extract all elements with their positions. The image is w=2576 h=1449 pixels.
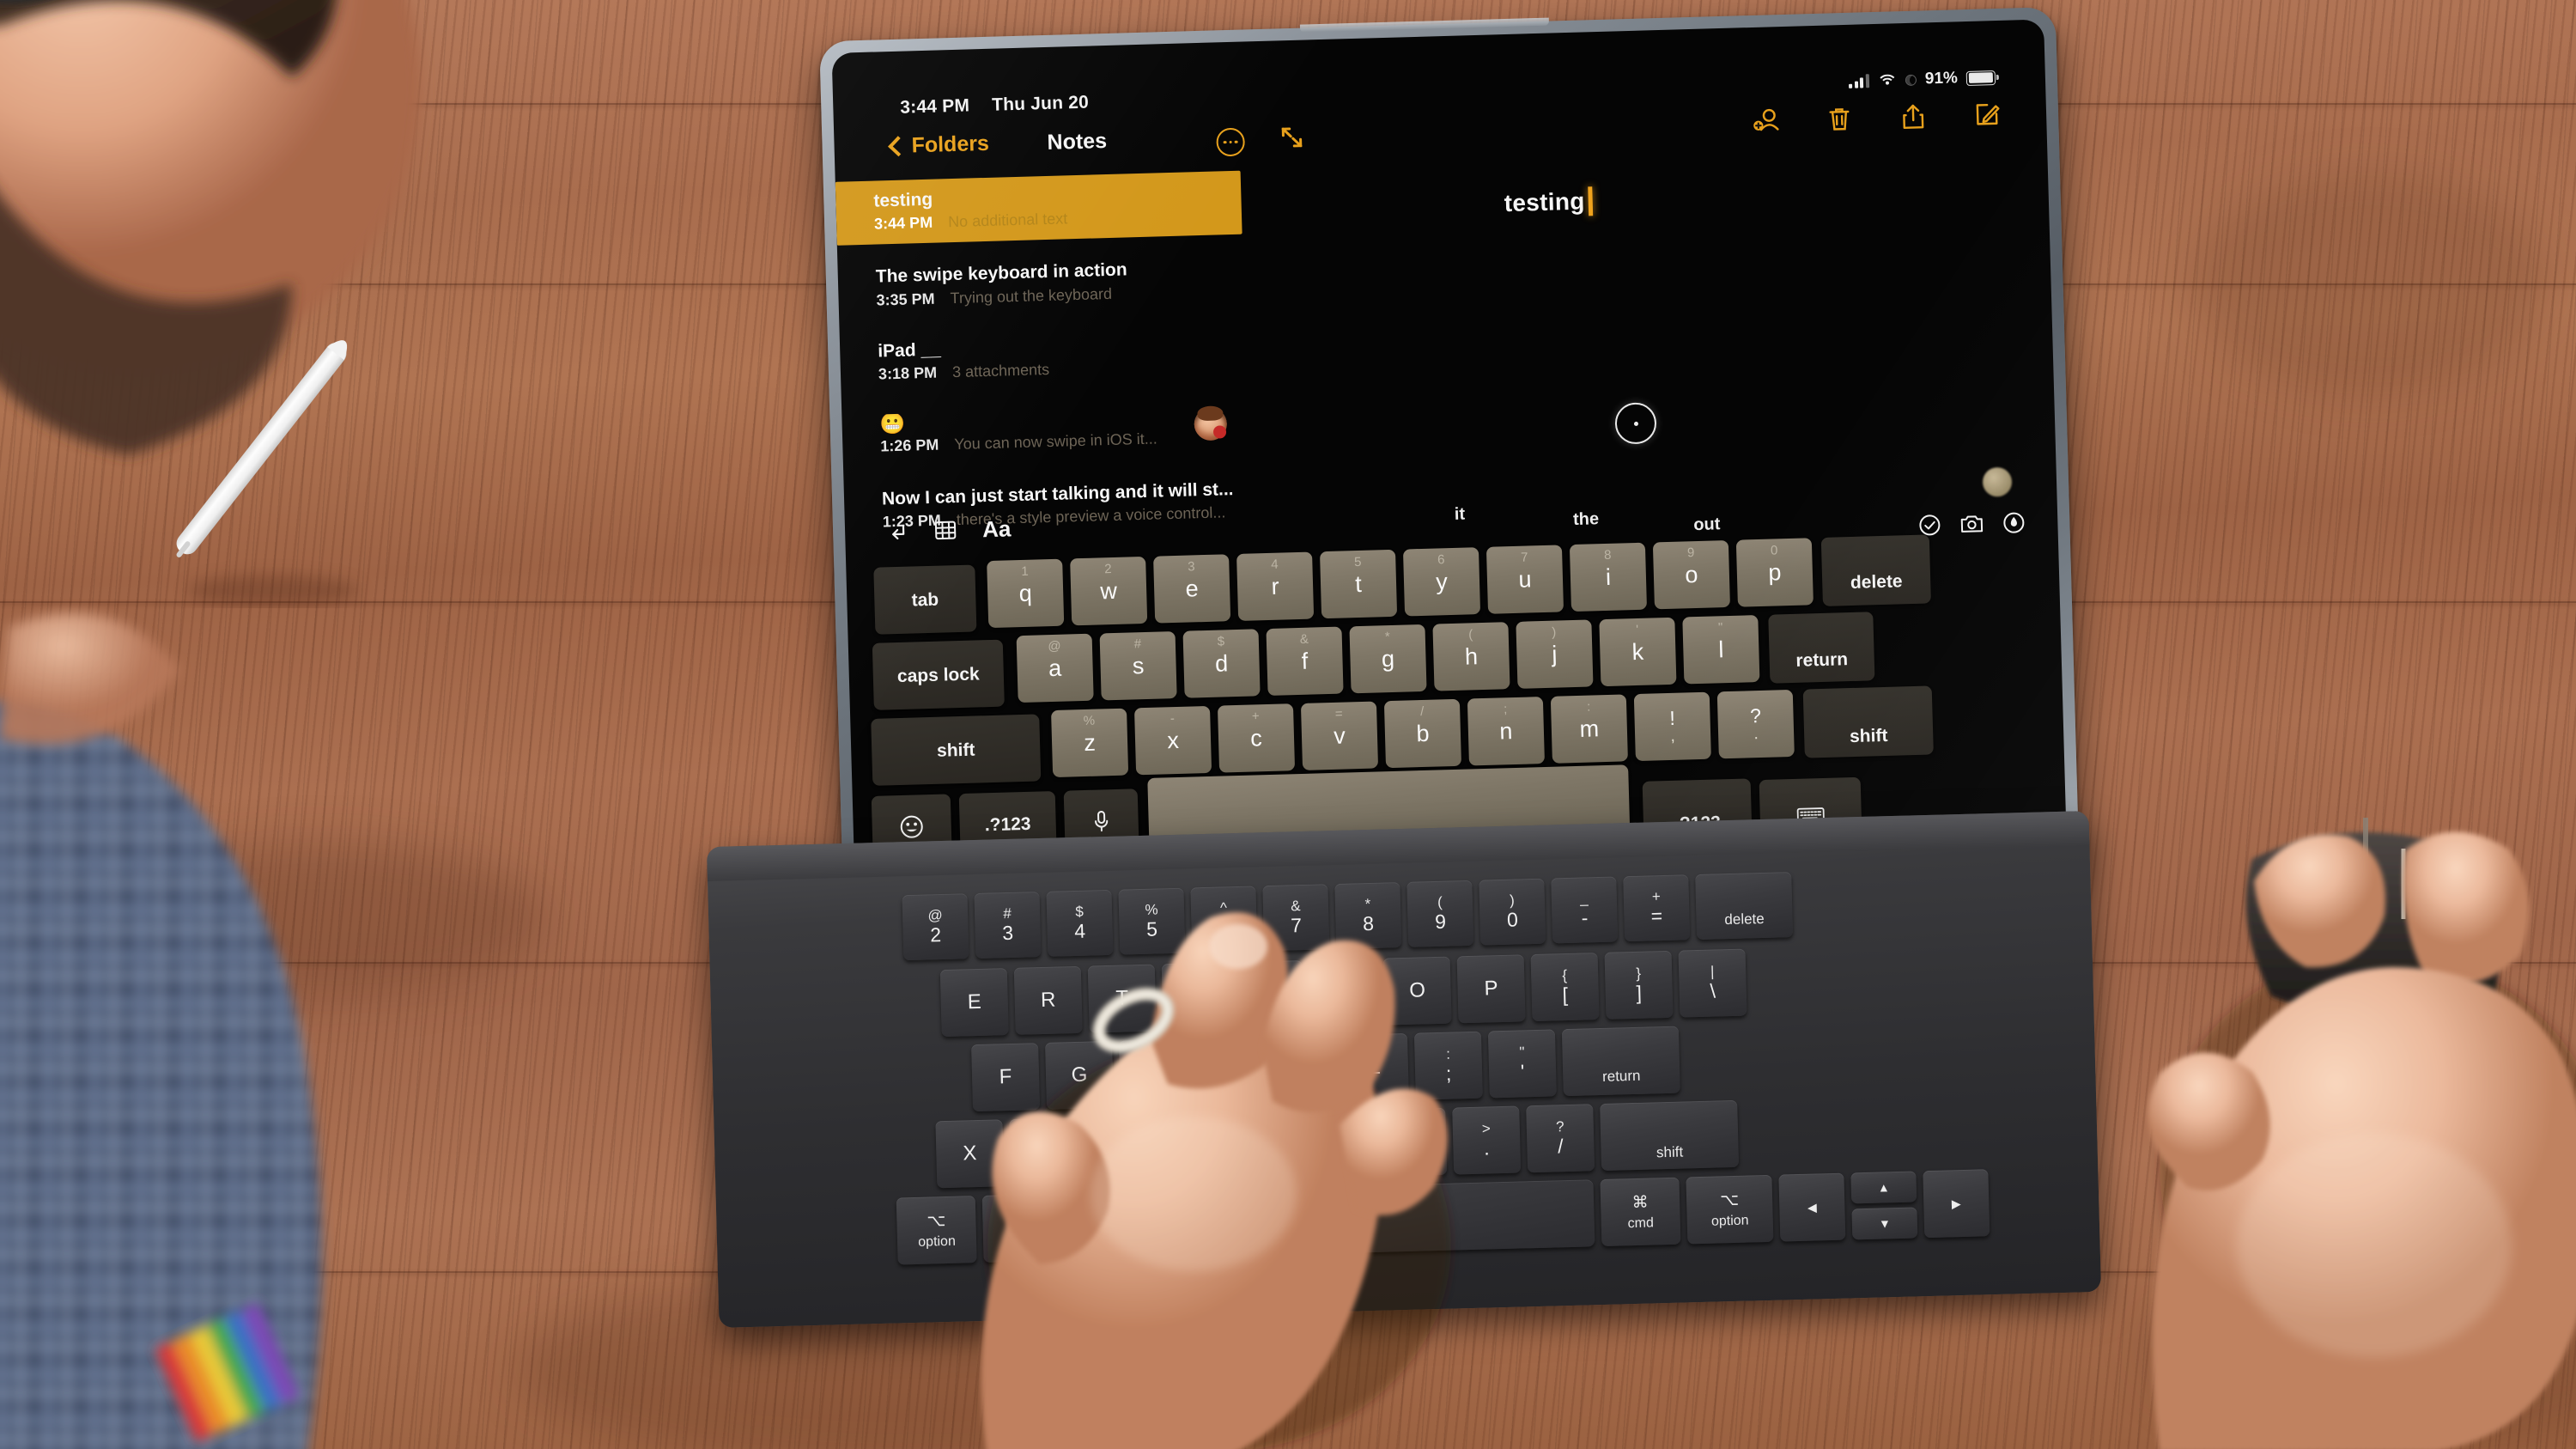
prediction-1[interactable]: it <box>1455 505 1466 525</box>
key-w[interactable]: 2 w <box>1070 556 1148 626</box>
list-item[interactable]: 😬 1:26 PM You can now swipe in iOS it... <box>841 394 1249 467</box>
pkey-minus[interactable]: _ - <box>1551 876 1619 944</box>
nav-action-group <box>1751 100 2002 136</box>
key-g[interactable]: * g <box>1349 624 1427 694</box>
notes-list[interactable]: testing 3:44 PM No additional text The s… <box>835 170 1251 544</box>
status-indicators: 91% <box>1849 68 1996 95</box>
page-title: Notes <box>1047 129 1108 155</box>
key-tab[interactable]: tab <box>873 564 977 635</box>
right-hand <box>2108 799 2576 1449</box>
pkey-return[interactable]: return <box>1561 1026 1680 1097</box>
key-l[interactable]: " l <box>1682 615 1760 685</box>
list-item[interactable]: testing 3:44 PM No additional text <box>835 170 1242 247</box>
key-d[interactable]: $ d <box>1182 629 1261 698</box>
battery-icon <box>1965 70 1996 86</box>
pkey-arrow-down[interactable]: ▼ <box>1851 1207 1918 1240</box>
back-to-folders-button[interactable]: Folders <box>888 131 990 159</box>
note-body-text[interactable]: testing <box>1504 186 1594 218</box>
markup-pen-icon[interactable] <box>2002 511 2026 534</box>
note-preview: Trying out the keyboard <box>950 284 1113 307</box>
key-q[interactable]: 1 q <box>987 558 1065 629</box>
key-o[interactable]: 9 o <box>1652 539 1730 610</box>
key-shift-left[interactable]: shift <box>871 714 1042 786</box>
battery-percent: 91% <box>1924 69 1959 88</box>
key-f[interactable]: & f <box>1266 626 1344 697</box>
status-date: Thu Jun 20 <box>991 92 1090 115</box>
pkey-arrow-up[interactable]: ▲ <box>1850 1171 1917 1204</box>
note-body-value: testing <box>1504 187 1586 217</box>
pkey-cmd-right[interactable]: ⌘ cmd <box>1600 1177 1681 1247</box>
circle-pointer-cursor <box>1614 402 1657 445</box>
key-c[interactable]: + c <box>1217 703 1296 773</box>
key-v[interactable]: = v <box>1300 701 1379 770</box>
status-time: 3:44 PM <box>900 95 970 118</box>
pkey-bracket-right[interactable]: } ] <box>1604 950 1674 1020</box>
pkey-option-right[interactable]: ⌥ option <box>1686 1174 1774 1245</box>
key-b[interactable]: / b <box>1383 698 1462 769</box>
add-person-icon[interactable] <box>1751 106 1781 136</box>
pkey-arrow-left[interactable]: ◀ <box>1778 1172 1846 1242</box>
note-preview: You can now swipe in iOS it... <box>954 429 1158 453</box>
camera-icon[interactable] <box>1959 513 1984 536</box>
key-k[interactable]: ' k <box>1599 617 1677 687</box>
key-y[interactable]: 6 y <box>1402 547 1481 617</box>
key-e[interactable]: 3 e <box>1153 554 1231 624</box>
note-time: 3:18 PM <box>878 363 938 383</box>
trash-icon[interactable] <box>1825 104 1855 134</box>
cellular-signal-icon <box>1849 74 1870 88</box>
photo-scene: 3:44 PM Thu Jun 20 91% Folders Notes tes… <box>0 0 2576 1449</box>
key-caps-lock[interactable]: caps lock <box>872 639 1005 710</box>
key-i[interactable]: 8 i <box>1569 542 1648 612</box>
do-not-disturb-icon <box>1905 74 1917 86</box>
key-x[interactable]: - x <box>1133 705 1212 776</box>
ipad-device: 3:44 PM Thu Jun 20 91% Folders Notes tes… <box>819 7 2080 909</box>
key-t[interactable]: 5 t <box>1319 549 1398 619</box>
list-item[interactable]: iPad __ 3:18 PM 3 attachments <box>840 320 1247 395</box>
key-delete[interactable]: delete <box>1820 534 1931 606</box>
pkey-backslash[interactable]: | \ <box>1678 948 1747 1018</box>
prediction-2[interactable]: the <box>1573 509 1600 530</box>
wifi-icon <box>1876 73 1899 95</box>
chevron-left-icon <box>888 136 909 157</box>
key-u[interactable]: 7 u <box>1485 545 1564 614</box>
key-shift-right[interactable]: shift <box>1802 685 1934 758</box>
key-r[interactable]: 4 r <box>1236 551 1315 621</box>
key-s[interactable]: # s <box>1099 630 1177 701</box>
memoji-thumbnail <box>1194 406 1228 441</box>
key-return[interactable]: return <box>1768 612 1875 684</box>
ipad-screen[interactable]: 3:44 PM Thu Jun 20 91% Folders Notes tes… <box>831 19 2068 897</box>
text-caret <box>1588 186 1594 216</box>
pkey-delete[interactable]: delete <box>1695 872 1794 941</box>
pkey-shift-right[interactable]: shift <box>1600 1099 1740 1172</box>
note-time: 3:35 PM <box>876 289 935 309</box>
key-j[interactable]: ) j <box>1516 619 1594 689</box>
note-preview: 3 attachments <box>951 360 1050 381</box>
pkey-equal[interactable]: + = <box>1623 874 1691 942</box>
prediction-3[interactable]: out <box>1693 514 1721 535</box>
left-hand <box>936 868 1537 1449</box>
checklist-icon[interactable] <box>1918 514 1941 537</box>
key-p[interactable]: 0 p <box>1735 538 1814 607</box>
list-item[interactable]: The swipe keyboard in action 3:35 PM Try… <box>837 247 1244 321</box>
key-h[interactable]: ( h <box>1432 622 1510 691</box>
more-circle-icon[interactable] <box>1216 127 1246 157</box>
pkey-bracket-left[interactable]: { [ <box>1530 953 1600 1022</box>
note-time: 3:44 PM <box>873 213 933 233</box>
pkey-arrow-right[interactable]: ▶ <box>1923 1169 1990 1239</box>
compose-icon[interactable] <box>1972 100 2002 130</box>
status-time-date: 3:44 PM Thu Jun 20 <box>900 93 1089 119</box>
key-z[interactable]: % z <box>1051 708 1129 778</box>
back-label: Folders <box>911 131 990 158</box>
expand-diagonal-icon[interactable] <box>1279 125 1305 151</box>
note-preview: No additional text <box>947 210 1068 231</box>
key-n[interactable]: ; n <box>1467 697 1545 766</box>
plaid-shirt <box>0 481 515 1449</box>
note-time: 1:26 PM <box>880 435 939 455</box>
key-a[interactable]: @ a <box>1016 633 1094 703</box>
key-exclaim-comma[interactable]: ! , <box>1633 691 1711 762</box>
share-icon[interactable] <box>1899 101 1929 131</box>
apple-pencil[interactable] <box>101 307 410 608</box>
key-m[interactable]: : m <box>1550 694 1628 764</box>
key-question-period[interactable]: ? . <box>1716 689 1795 759</box>
